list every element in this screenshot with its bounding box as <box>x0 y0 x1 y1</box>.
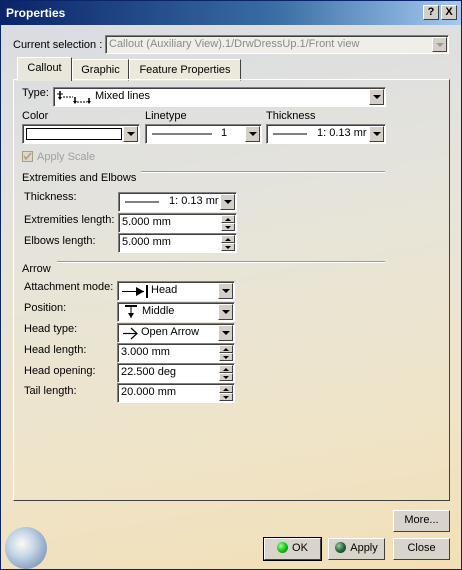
arrow-head-attachment-icon <box>122 285 148 298</box>
extremities-length-field[interactable]: 5.000 mm <box>118 213 237 233</box>
type-dropdown[interactable]: Mixed lines <box>53 87 386 107</box>
spinner[interactable] <box>219 385 233 401</box>
catia-logo-icon <box>5 527 47 569</box>
tail-length-label: Tail length: <box>24 385 77 397</box>
title-bar: Properties ? X <box>1 1 461 25</box>
chevron-down-icon[interactable] <box>369 89 384 105</box>
green-light-icon <box>277 542 289 553</box>
chevron-down-icon[interactable] <box>369 126 384 142</box>
thickness-dropdown[interactable]: 1: 0.13 mr <box>266 124 386 144</box>
spin-down-icon[interactable] <box>219 393 233 401</box>
type-value: Mixed lines <box>95 90 151 102</box>
head-type-label: Head type: <box>24 323 78 335</box>
middle-position-icon <box>125 305 137 318</box>
chevron-down-icon[interactable] <box>218 283 233 299</box>
chevron-down-icon[interactable] <box>245 126 260 142</box>
spinner[interactable] <box>221 235 235 251</box>
more-button[interactable]: More... <box>393 510 450 532</box>
chevron-down-icon[interactable] <box>218 304 233 320</box>
elbows-length-field[interactable]: 5.000 mm <box>118 233 237 253</box>
head-type-dropdown[interactable]: Open Arrow <box>117 323 235 343</box>
close-button[interactable]: Close <box>393 538 450 560</box>
position-dropdown[interactable]: Middle <box>117 302 235 322</box>
color-swatch <box>26 128 122 140</box>
properties-dialog: Properties ? X Current selection : Callo… <box>0 0 462 570</box>
help-button[interactable]: ? <box>423 5 439 20</box>
thin-line-icon <box>125 201 159 203</box>
position-label: Position: <box>24 302 67 314</box>
spin-down-icon[interactable] <box>221 243 235 251</box>
linetype-dropdown[interactable]: 1 <box>145 124 262 144</box>
chevron-down-icon[interactable] <box>218 325 233 341</box>
tail-length-field[interactable]: 20.000 mm <box>117 383 235 403</box>
close-window-button[interactable]: X <box>441 5 457 20</box>
type-label: Type: <box>22 87 49 99</box>
tab-graphic[interactable]: Graphic <box>72 59 129 81</box>
extremities-group-label: Extremities and Elbows <box>22 172 137 184</box>
spinner[interactable] <box>221 215 235 231</box>
current-selection-label: Current selection : <box>13 39 103 51</box>
group-divider <box>141 171 385 173</box>
chevron-down-icon[interactable] <box>123 126 138 142</box>
window-title: Properties <box>6 6 66 20</box>
ext-thickness-value: 1: 0.13 mr <box>169 195 219 207</box>
spin-up-icon[interactable] <box>221 235 235 243</box>
color-dropdown[interactable] <box>22 124 140 144</box>
elbows-length-label: Elbows length: <box>24 235 96 247</box>
chevron-down-icon[interactable] <box>220 194 235 210</box>
head-length-field[interactable]: 3.000 mm <box>117 343 235 363</box>
head-opening-field[interactable]: 22.500 deg <box>117 363 235 383</box>
apply-scale-label: Apply Scale <box>37 151 96 163</box>
tab-callout[interactable]: Callout <box>17 57 72 81</box>
apply-light-icon <box>335 542 347 553</box>
spinner[interactable] <box>219 365 233 381</box>
attachment-mode-dropdown[interactable]: Head <box>117 281 235 301</box>
attachment-mode-label: Attachment mode: <box>24 281 114 293</box>
ext-thickness-label: Thickness: <box>24 191 77 203</box>
ext-thickness-dropdown[interactable]: 1: 0.13 mr <box>118 192 237 212</box>
spin-up-icon[interactable] <box>219 365 233 373</box>
spin-up-icon[interactable] <box>221 215 235 223</box>
color-label: Color <box>22 110 49 122</box>
chevron-down-icon[interactable] <box>432 37 447 52</box>
ok-button[interactable]: OK <box>263 537 322 561</box>
linetype-value: 1 <box>221 127 228 139</box>
attachment-mode-value: Head <box>151 284 178 296</box>
extremities-length-label: Extremities length: <box>24 214 115 226</box>
spin-up-icon[interactable] <box>219 385 233 393</box>
apply-scale-checkbox[interactable] <box>22 151 33 162</box>
spin-down-icon[interactable] <box>219 373 233 381</box>
checkmark-icon <box>23 152 32 161</box>
spin-down-icon[interactable] <box>221 223 235 231</box>
spin-down-icon[interactable] <box>219 353 233 361</box>
group-divider <box>57 261 385 263</box>
thin-line-icon <box>273 133 307 135</box>
spinner[interactable] <box>219 345 233 361</box>
solid-line-icon <box>152 133 212 135</box>
thickness-label: Thickness <box>266 110 316 122</box>
mixed-lines-icon <box>57 91 91 104</box>
tab-feature-properties[interactable]: Feature Properties <box>129 59 241 81</box>
head-length-label: Head length: <box>24 344 87 356</box>
arrow-group-label: Arrow <box>22 263 51 275</box>
spin-up-icon[interactable] <box>219 345 233 353</box>
apply-button[interactable]: Apply <box>328 538 385 560</box>
current-selection-field[interactable]: Callout (Auxiliary View).1/DrwDressUp.1/… <box>105 35 449 54</box>
linetype-label: Linetype <box>145 110 187 122</box>
head-type-value: Open Arrow <box>141 326 200 338</box>
position-value: Middle <box>142 305 175 317</box>
thickness-value: 1: 0.13 mr <box>317 127 367 139</box>
open-arrow-icon <box>123 327 138 340</box>
head-opening-label: Head opening: <box>24 365 96 377</box>
